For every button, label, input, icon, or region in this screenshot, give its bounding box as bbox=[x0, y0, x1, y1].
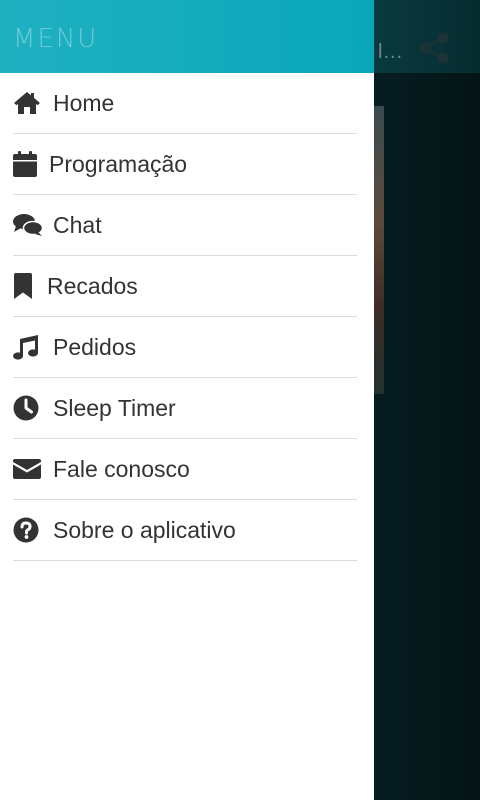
menu-item-recados[interactable]: Recados bbox=[13, 256, 357, 317]
clock-icon bbox=[13, 394, 43, 422]
menu-item-label: Recados bbox=[47, 272, 138, 299]
calendar-icon bbox=[13, 150, 43, 178]
menu-list: Home Programação Chat Recados Pedidos Sl… bbox=[0, 73, 374, 561]
menu-item-label: Programação bbox=[49, 150, 188, 177]
chat-icon bbox=[13, 211, 43, 239]
bookmark-icon bbox=[13, 272, 43, 300]
question-circle-icon bbox=[13, 516, 43, 544]
menu-item-label: Pedidos bbox=[53, 333, 137, 360]
menu-item-pedidos[interactable]: Pedidos bbox=[13, 317, 357, 378]
menu-item-home[interactable]: Home bbox=[13, 73, 357, 134]
menu-item-sleep-timer[interactable]: Sleep Timer bbox=[13, 378, 357, 439]
menu-item-label: Sobre o aplicativo bbox=[53, 516, 236, 543]
home-icon bbox=[13, 89, 43, 117]
music-icon bbox=[13, 333, 43, 361]
envelope-icon bbox=[13, 455, 43, 483]
menu-item-label: Sleep Timer bbox=[53, 394, 176, 421]
navigation-drawer: MENU Home Programação Chat Recados Pedid… bbox=[0, 0, 374, 800]
drawer-header: MENU bbox=[0, 0, 374, 73]
menu-item-sobre-o-aplicativo[interactable]: Sobre o aplicativo bbox=[13, 500, 357, 561]
share-icon[interactable] bbox=[416, 30, 452, 66]
menu-item-label: Fale conosco bbox=[53, 455, 190, 482]
menu-item-label: Chat bbox=[53, 211, 102, 238]
menu-item-label: Home bbox=[53, 89, 115, 116]
background-title: l... bbox=[378, 41, 404, 63]
background-image bbox=[374, 106, 384, 394]
drawer-title: MENU bbox=[13, 24, 99, 54]
menu-item-fale-conosco[interactable]: Fale conosco bbox=[13, 439, 357, 500]
menu-item-chat[interactable]: Chat bbox=[13, 195, 357, 256]
menu-item-programacao[interactable]: Programação bbox=[13, 134, 357, 195]
app-screen: l... MENU Home Programação Chat Recados … bbox=[0, 0, 480, 800]
